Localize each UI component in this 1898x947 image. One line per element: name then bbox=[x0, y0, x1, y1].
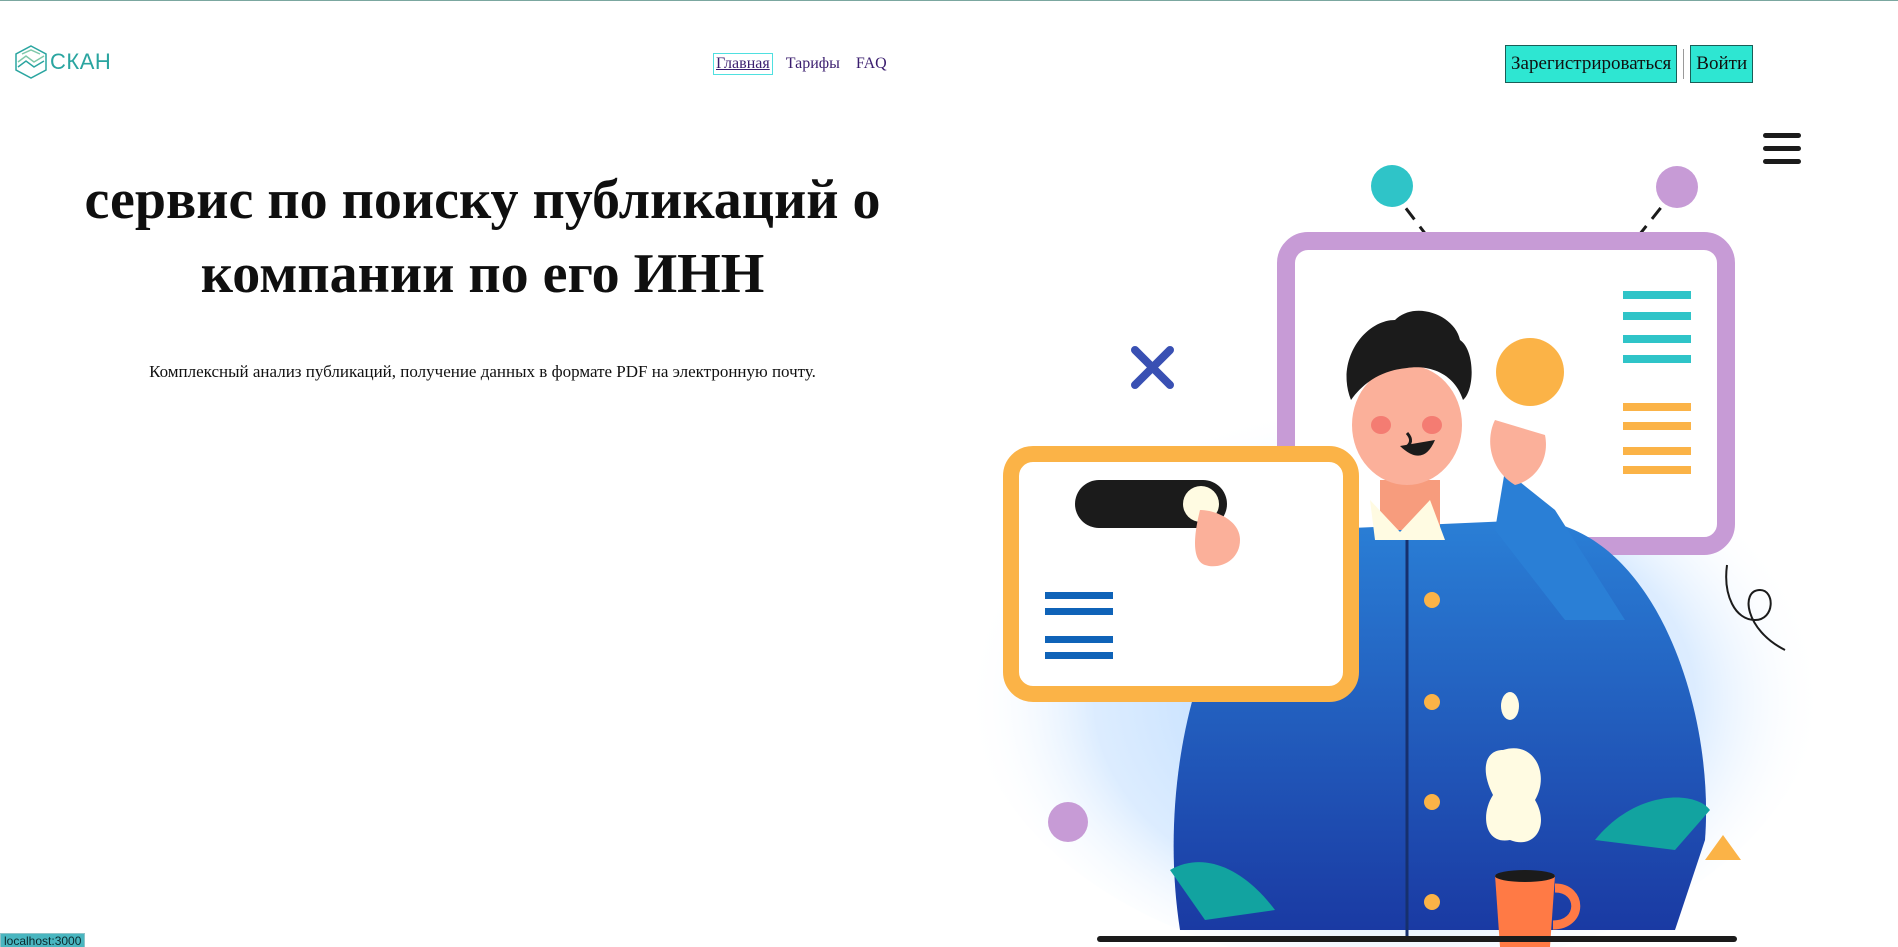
hero-subtitle: Комплексный анализ публикаций, получение… bbox=[149, 362, 816, 381]
logo[interactable]: СКАН bbox=[14, 44, 111, 80]
hero-illustration bbox=[975, 165, 1825, 947]
main-nav: Главная Тарифы FAQ bbox=[713, 53, 890, 75]
status-bar-url: localhost:3000 bbox=[0, 933, 86, 947]
window-top-border bbox=[0, 0, 1898, 1]
auth-buttons: Зарегистрироваться Войти bbox=[1505, 45, 1754, 83]
nav-link-tariffs[interactable]: Тарифы bbox=[783, 53, 843, 75]
hero-title: сервис по поиску публикаций о компании п… bbox=[84, 169, 881, 305]
nav-link-faq[interactable]: FAQ bbox=[853, 53, 890, 75]
logo-icon bbox=[15, 45, 47, 79]
auth-divider bbox=[1683, 49, 1685, 79]
register-button[interactable]: Зарегистрироваться bbox=[1505, 45, 1678, 83]
login-button[interactable]: Войти bbox=[1690, 45, 1754, 83]
nav-link-home[interactable]: Главная bbox=[713, 53, 773, 75]
logo-text: СКАН bbox=[50, 49, 112, 74]
